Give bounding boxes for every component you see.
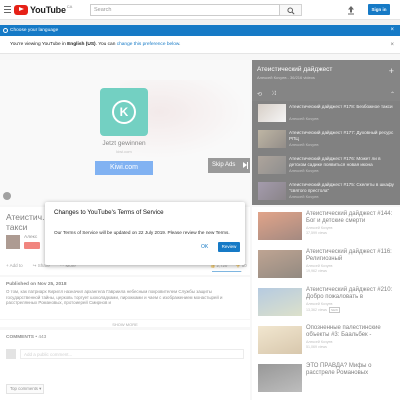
ok-button[interactable]: OK bbox=[201, 244, 208, 250]
review-button[interactable]: Review bbox=[218, 242, 240, 252]
logo-text: YouTube bbox=[30, 4, 66, 15]
language-note-prefix: You're viewing YouTube in bbox=[10, 42, 68, 47]
close-icon[interactable]: × bbox=[390, 25, 394, 36]
dialog-title: Changes to YouTube's Terms of Service bbox=[54, 209, 164, 216]
language-note-language: English (US) bbox=[67, 42, 96, 47]
search-button[interactable] bbox=[280, 4, 302, 16]
sign-in-button[interactable]: Sign in bbox=[368, 4, 390, 15]
logo-country: CA bbox=[66, 4, 73, 9]
youtube-logo[interactable]: YouTube CA bbox=[14, 4, 72, 15]
globe-icon bbox=[3, 28, 8, 33]
language-note: You're viewing YouTube in English (US). … bbox=[0, 36, 400, 54]
language-banner-title: Choose your language bbox=[10, 28, 59, 33]
masthead: YouTube CA Search Sign in bbox=[0, 0, 400, 20]
language-note-suffix: . bbox=[179, 42, 181, 47]
language-note-middle: . You can bbox=[95, 42, 117, 47]
upload-icon[interactable] bbox=[347, 5, 355, 15]
language-banner: Choose your language × bbox=[0, 25, 400, 36]
close-icon[interactable]: × bbox=[390, 36, 394, 54]
menu-icon[interactable] bbox=[4, 6, 11, 13]
play-logo-icon bbox=[14, 4, 28, 15]
change-preference-link[interactable]: change this preference below bbox=[117, 42, 179, 47]
dialog-body: Our Terms of Service will be updated on … bbox=[54, 230, 230, 235]
terms-dialog: Changes to YouTube's Terms of Service Ou… bbox=[45, 202, 245, 265]
search-input[interactable]: Search bbox=[90, 4, 280, 16]
search-icon bbox=[287, 7, 295, 15]
